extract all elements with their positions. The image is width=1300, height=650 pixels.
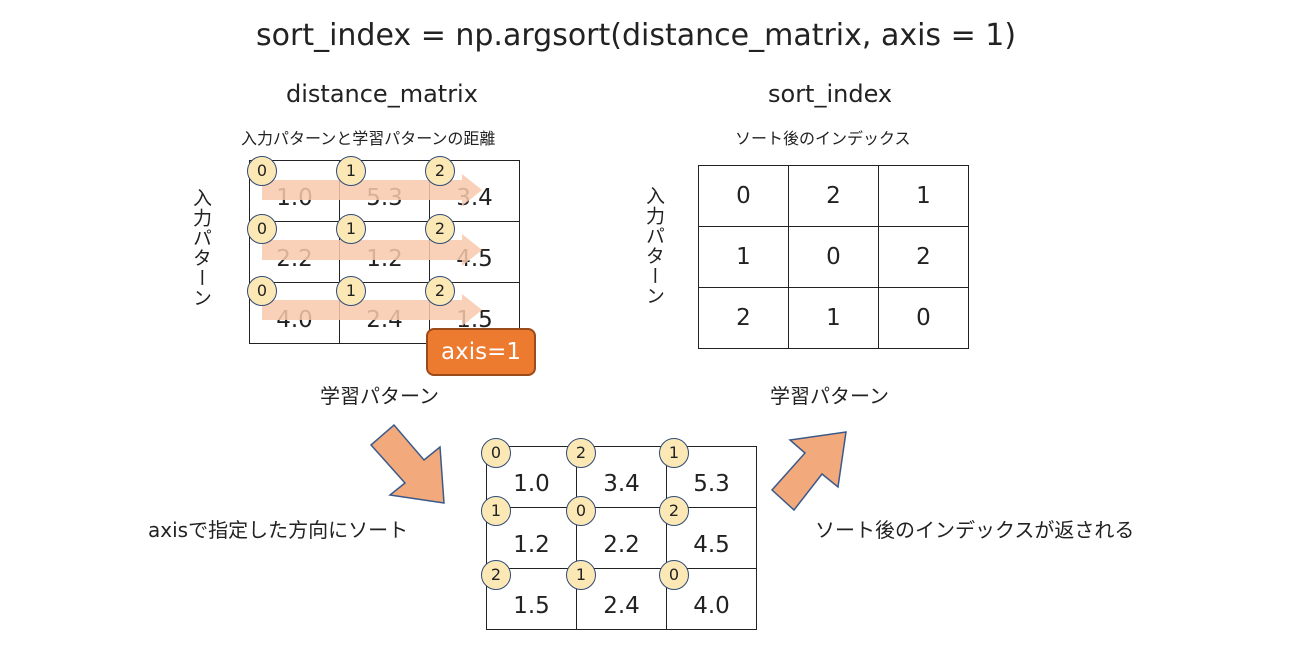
index-badge: 0 <box>481 438 511 468</box>
index-badge: 0 <box>659 560 689 590</box>
index-badge: 2 <box>425 214 455 244</box>
index-badge: 2 <box>481 560 511 590</box>
index-badge: 0 <box>247 156 277 186</box>
axis-badge: axis=1 <box>426 328 536 376</box>
up-right-arrow-icon <box>770 431 847 512</box>
index-badge: 2 <box>425 276 455 306</box>
index-badge: 0 <box>247 276 277 306</box>
index-badge: 2 <box>566 438 596 468</box>
index-badge: 2 <box>659 496 689 526</box>
index-badge: 1 <box>336 156 366 186</box>
index-badge: 1 <box>336 214 366 244</box>
index-badge: 1 <box>659 438 689 468</box>
index-badge: 1 <box>481 496 511 526</box>
index-badge: 2 <box>425 156 455 186</box>
index-badge: 1 <box>566 560 596 590</box>
down-right-arrow-icon <box>369 423 445 504</box>
index-badge: 0 <box>566 496 596 526</box>
index-badge: 0 <box>247 214 277 244</box>
index-badge: 1 <box>336 276 366 306</box>
step-arrows <box>369 423 847 512</box>
